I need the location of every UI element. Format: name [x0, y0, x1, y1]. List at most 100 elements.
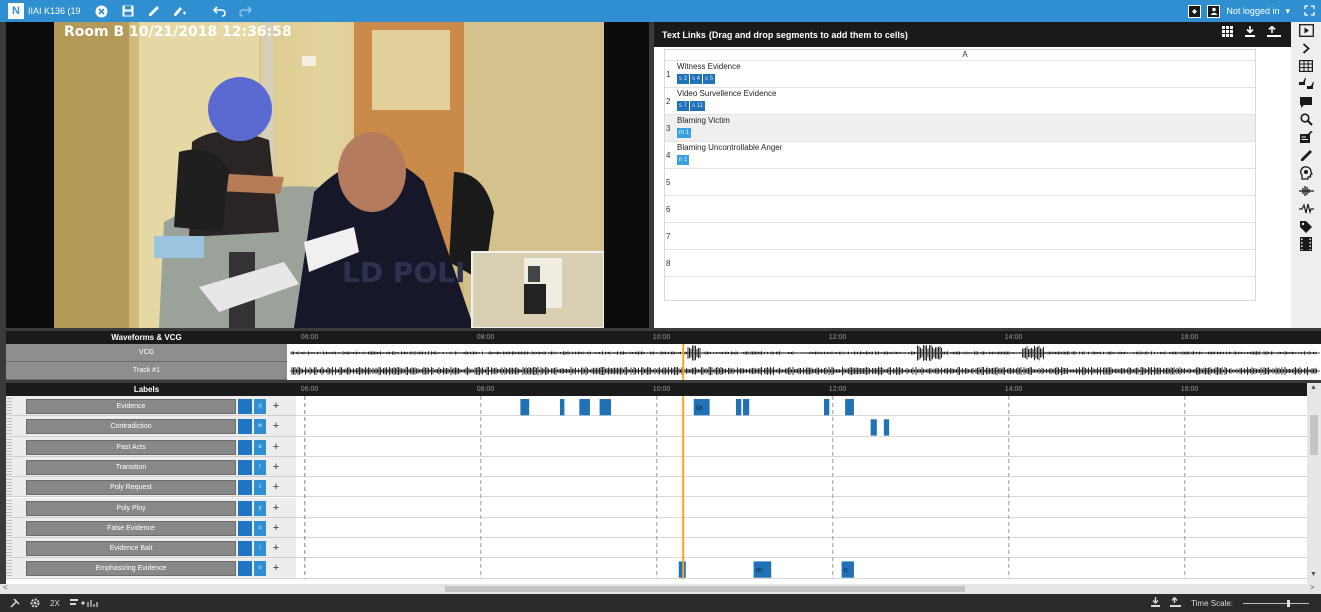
- column-header[interactable]: A: [665, 50, 1255, 61]
- text-link-row[interactable]: 2 Video Survellence Evidence s 7s 11: [665, 88, 1255, 115]
- user-icon: [1207, 4, 1221, 18]
- video-watermark: LD POLI: [342, 256, 465, 289]
- text-link-row[interactable]: 1 Witness Evidence s 3s 4s 5: [665, 61, 1255, 88]
- time-tick-label: 14:00: [1004, 386, 1023, 393]
- row-number: 3: [666, 124, 671, 133]
- segment-chip[interactable]: s 3: [677, 74, 690, 84]
- pen-icon[interactable]: [141, 0, 167, 22]
- head-icon[interactable]: [1295, 164, 1317, 182]
- label-timeline[interactable]: 06 00: 0:: [6, 396, 1321, 584]
- upload-icon[interactable]: [1170, 596, 1182, 609]
- waveform-row-vcg[interactable]: VCG: [6, 344, 1321, 362]
- cell-label: Witness Evidence: [677, 62, 741, 71]
- vertical-scrollbar[interactable]: ▲ ▼: [1307, 383, 1321, 584]
- scroll-thumb[interactable]: [445, 586, 965, 592]
- text-link-row[interactable]: 7: [665, 223, 1255, 250]
- chevron-down-icon[interactable]: ▾: [1285, 6, 1290, 17]
- segment-chip[interactable]: s 4: [690, 74, 703, 84]
- save-icon[interactable]: [115, 0, 141, 22]
- top-toolbar: N IIAI K136 (19 Not logged in ▾: [0, 0, 1321, 22]
- waveform-icon[interactable]: [1295, 182, 1317, 200]
- pen-icon[interactable]: [1295, 147, 1317, 165]
- record-icon[interactable]: [1188, 4, 1202, 18]
- app-logo-icon: N: [8, 3, 24, 19]
- table-icon[interactable]: [1295, 58, 1317, 76]
- text-link-row[interactable]: 5: [665, 169, 1255, 196]
- time-scale-slider[interactable]: [1243, 598, 1309, 608]
- segment-chip[interactable]: n 1: [677, 155, 690, 165]
- cell-label: Video Survellence Evidence: [677, 89, 777, 98]
- scroll-down-icon[interactable]: ▼: [1310, 571, 1317, 578]
- gear-icon[interactable]: [30, 598, 40, 608]
- highlighter-icon[interactable]: [167, 0, 193, 22]
- search-icon[interactable]: [1295, 111, 1317, 129]
- scroll-left-icon[interactable]: <: [3, 583, 8, 592]
- scroll-right-icon[interactable]: >: [1310, 583, 1315, 592]
- video-player[interactable]: LD POLI Room B 10/21/2018 12:36:58: [6, 22, 649, 328]
- redo-icon[interactable]: [233, 0, 259, 22]
- segment-label: 00:: [756, 568, 765, 574]
- time-tick-label: 16:00: [1180, 334, 1199, 341]
- waveform-alt-icon[interactable]: [1295, 200, 1317, 218]
- fullscreen-icon[interactable]: [1304, 4, 1315, 18]
- label-segment: [743, 399, 750, 416]
- film-icon[interactable]: [1295, 236, 1317, 254]
- download-icon[interactable]: [1151, 597, 1161, 609]
- upload-icon[interactable]: [1267, 25, 1281, 40]
- waveform-row-track1[interactable]: Track #1: [6, 362, 1321, 380]
- playback-speed[interactable]: 2X: [50, 599, 60, 608]
- undo-icon[interactable]: [207, 0, 233, 22]
- segment-label: 06: [696, 406, 703, 412]
- thumbs-icon[interactable]: [1295, 75, 1317, 93]
- text-link-row[interactable]: 6: [665, 196, 1255, 223]
- edit-document-icon[interactable]: [1295, 129, 1317, 147]
- label-segment: [883, 419, 890, 436]
- text-link-row[interactable]: 8: [665, 250, 1255, 277]
- video-icon[interactable]: [1295, 22, 1317, 40]
- scroll-thumb[interactable]: [1310, 415, 1318, 455]
- download-icon[interactable]: [1245, 26, 1255, 40]
- time-tick-label: 10:00: [652, 386, 671, 393]
- time-tick-label: 12:00: [828, 334, 847, 341]
- time-tick-label: 14:00: [1004, 334, 1023, 341]
- cell-label: Blaming Uncontrollable Anger: [677, 143, 783, 152]
- time-tick-label: 12:00: [828, 386, 847, 393]
- text-link-row[interactable]: 4 Blaming Uncontrollable Anger n 1: [665, 142, 1255, 169]
- segment-chip[interactable]: s 11: [690, 101, 705, 111]
- grid-icon[interactable]: [1222, 26, 1233, 40]
- login-status[interactable]: Not logged in: [1226, 6, 1279, 16]
- tools-icon[interactable]: [10, 598, 20, 608]
- app-title[interactable]: IIAI K136 (19: [28, 6, 81, 16]
- text-links-header: Text Links (Drag and drop segments to ad…: [654, 22, 1291, 47]
- waveform-vcg[interactable]: [290, 344, 1320, 362]
- segment-chip[interactable]: s 7: [677, 101, 690, 111]
- label-segment: [736, 399, 742, 416]
- comment-icon[interactable]: [1295, 93, 1317, 111]
- close-circle-icon[interactable]: [89, 0, 115, 22]
- segment-chip[interactable]: m 1: [677, 128, 692, 138]
- time-tick-label: 16:00: [1180, 386, 1199, 393]
- time-tick-label: 06:00: [300, 386, 319, 393]
- tool-rail: [1291, 22, 1321, 328]
- time-scale-knob[interactable]: [1287, 600, 1290, 607]
- segment-label: 0:: [844, 568, 849, 574]
- text-links-grid: A 1 Witness Evidence s 3s 4s 5 2 Video Surve…: [664, 49, 1256, 301]
- video-frame: LD POLI: [54, 22, 604, 328]
- waveform-track-name: VCG: [6, 344, 287, 362]
- waveforms-header: Waveforms & VCG 06:00 08:00 10:00 12:00 14:0…: [6, 331, 1321, 344]
- time-scale-label: Time Scale:: [1191, 598, 1233, 608]
- label-tools-icon[interactable]: [69, 598, 98, 608]
- tag-icon[interactable]: [1295, 218, 1317, 236]
- segment-chip[interactable]: s 5: [703, 74, 716, 84]
- text-link-row[interactable]: 3 Blaming Victim m 1: [665, 115, 1255, 142]
- waveform-track-name: Track #1: [6, 362, 287, 380]
- label-segment: [824, 399, 830, 416]
- chevron-right-icon[interactable]: [1295, 40, 1317, 58]
- scroll-up-icon[interactable]: ▲: [1310, 384, 1317, 391]
- time-tick-label: 08:00: [476, 386, 495, 393]
- text-links-subtitle: (Drag and drop segments to add them to c…: [708, 29, 908, 40]
- label-segment: [845, 399, 854, 416]
- row-number: 4: [666, 151, 671, 160]
- horizontal-scrollbar[interactable]: < >: [0, 583, 1321, 594]
- waveform-track1[interactable]: [290, 362, 1320, 380]
